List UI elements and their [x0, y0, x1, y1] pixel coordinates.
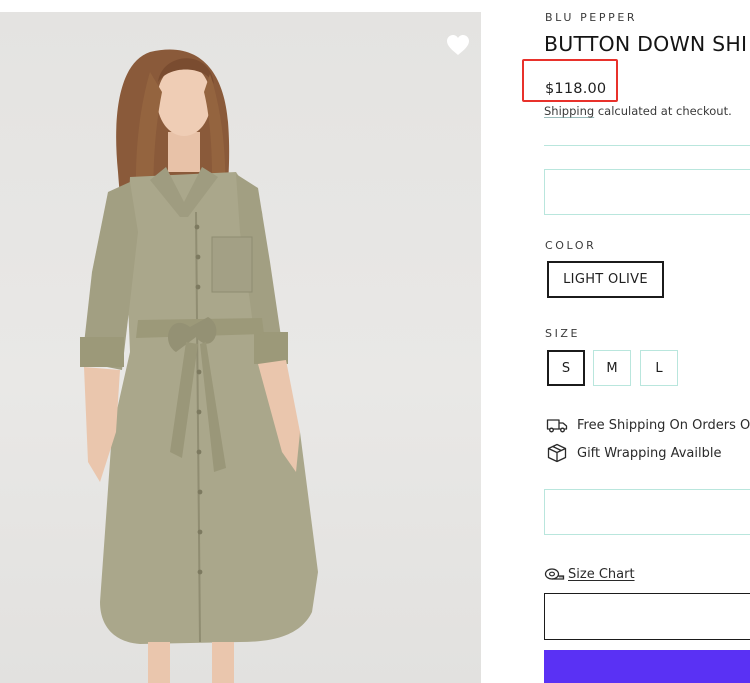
price-highlight-box [522, 59, 618, 102]
buy-now-button[interactable] [544, 650, 750, 683]
size-option-m[interactable]: M [593, 350, 631, 386]
size-option-s[interactable]: S [547, 350, 585, 386]
color-option-light-olive[interactable]: LIGHT OLIVE [547, 261, 664, 298]
size-label: SIZE [545, 327, 581, 340]
product-image[interactable] [0, 12, 481, 683]
shipping-note-text: calculated at checkout. [594, 104, 732, 118]
perk-gift-wrapping-text: Gift Wrapping Availble [577, 445, 722, 461]
size-chart-label[interactable]: Size Chart [568, 567, 635, 582]
heart-icon[interactable] [446, 34, 470, 56]
divider [544, 145, 750, 146]
shipping-link[interactable]: Shipping [544, 104, 594, 118]
info-box-bottom [544, 489, 750, 535]
add-to-cart-button[interactable] [544, 593, 750, 640]
info-box-top [544, 169, 750, 215]
tape-measure-icon [544, 568, 565, 580]
perk-gift-wrapping: Gift Wrapping Availble [546, 443, 721, 463]
size-chart-link[interactable]: Size Chart [544, 566, 635, 582]
shipping-note: Shipping calculated at checkout. [544, 104, 732, 118]
truck-icon [546, 419, 568, 433]
product-photo [80, 49, 318, 683]
product-title: BUTTON DOWN SHI [544, 32, 748, 56]
color-label: COLOR [545, 239, 597, 252]
perk-free-shipping: Free Shipping On Orders O [546, 415, 750, 435]
product-vendor: BLU PEPPER [545, 11, 638, 24]
box-icon [547, 443, 567, 463]
size-option-l[interactable]: L [640, 350, 678, 386]
perk-free-shipping-text: Free Shipping On Orders O [577, 417, 750, 433]
